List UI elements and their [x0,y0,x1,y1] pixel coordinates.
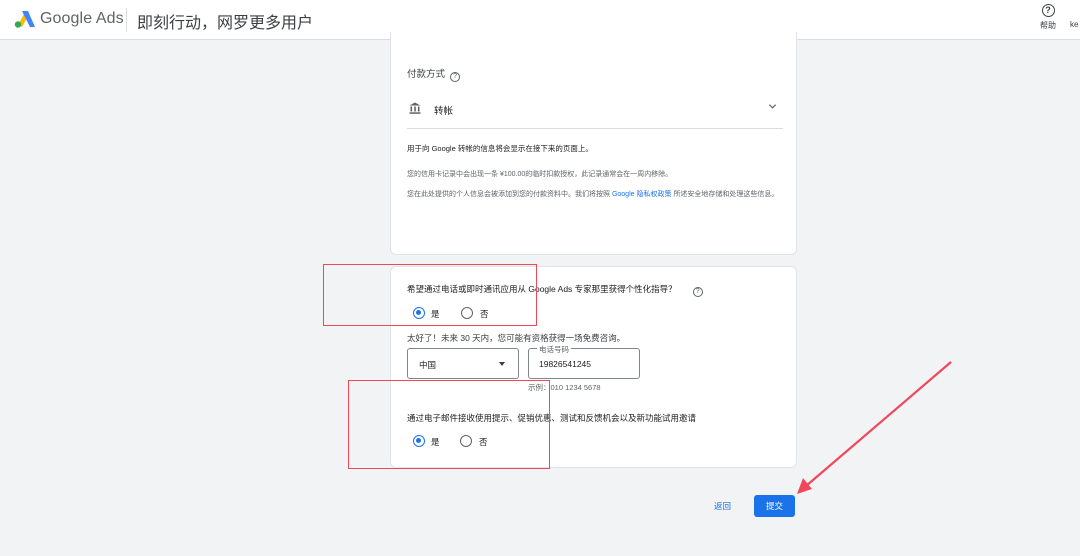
account-name[interactable]: ke [1070,20,1078,29]
annotation-box-email [348,380,550,469]
country-select[interactable]: 中国 [407,348,519,379]
charge-note: 您的信用卡记录中会出现一条 ¥100.00的临时扣款授权，此记录通常会在一周内移… [407,171,673,178]
header-divider [126,8,127,32]
submit-button[interactable]: 提交 [754,495,795,517]
annotation-box-consult [323,264,537,326]
google-ads-logo[interactable] [13,9,35,29]
help-icon: ? [1041,4,1055,17]
privacy-policy-link[interactable]: Google 隐私权政策 [612,191,672,198]
help-circle-icon[interactable]: ? [692,287,703,297]
dropdown-arrow-icon [499,362,505,366]
help-label: 帮助 [1040,21,1056,30]
country-value: 中国 [419,360,437,370]
payment-method-value: 转帐 [434,106,454,117]
phone-number-value[interactable]: 19826541245 [539,359,591,369]
page-tagline: 即刻行动，网罗更多用户 [137,15,314,32]
help-circle-icon[interactable]: ? [450,72,461,82]
payment-method-heading: 付款方式? [407,66,461,82]
transfer-notice: 用于向 Google 转帐的信息将会显示在接下来的页面上。 [407,144,593,153]
payment-card: 付款方式? 转帐 用于向 Google 转帐的信息将会显示在接下来的页面上。 您… [390,32,797,255]
privacy-prefix: 您在此处提供的个人信息会被添加到您的付款资料中。我们将按照 [407,191,610,198]
brand-name: Google Ads [40,10,124,27]
chevron-down-icon [768,104,777,109]
payment-method-select[interactable]: 转帐 [407,98,783,129]
help-button[interactable]: ? 帮助 [1037,3,1059,31]
privacy-note: 您在此处提供的个人信息会被添加到您的付款资料中。我们将按照 Google 隐私权… [407,189,783,200]
phone-number-label: 电话号码 [537,344,571,355]
phone-number-field[interactable]: 电话号码 19826541245 [528,344,640,379]
privacy-suffix: 所述安全地存储和处理这些信息。 [673,191,779,198]
back-button[interactable]: 返回 [714,500,731,512]
bank-icon [409,102,421,114]
payment-method-label: 付款方式 [407,69,446,80]
consult-eligibility-note: 太好了！未来 30 天内，您可能有资格获得一场免费咨询。 [407,333,626,343]
